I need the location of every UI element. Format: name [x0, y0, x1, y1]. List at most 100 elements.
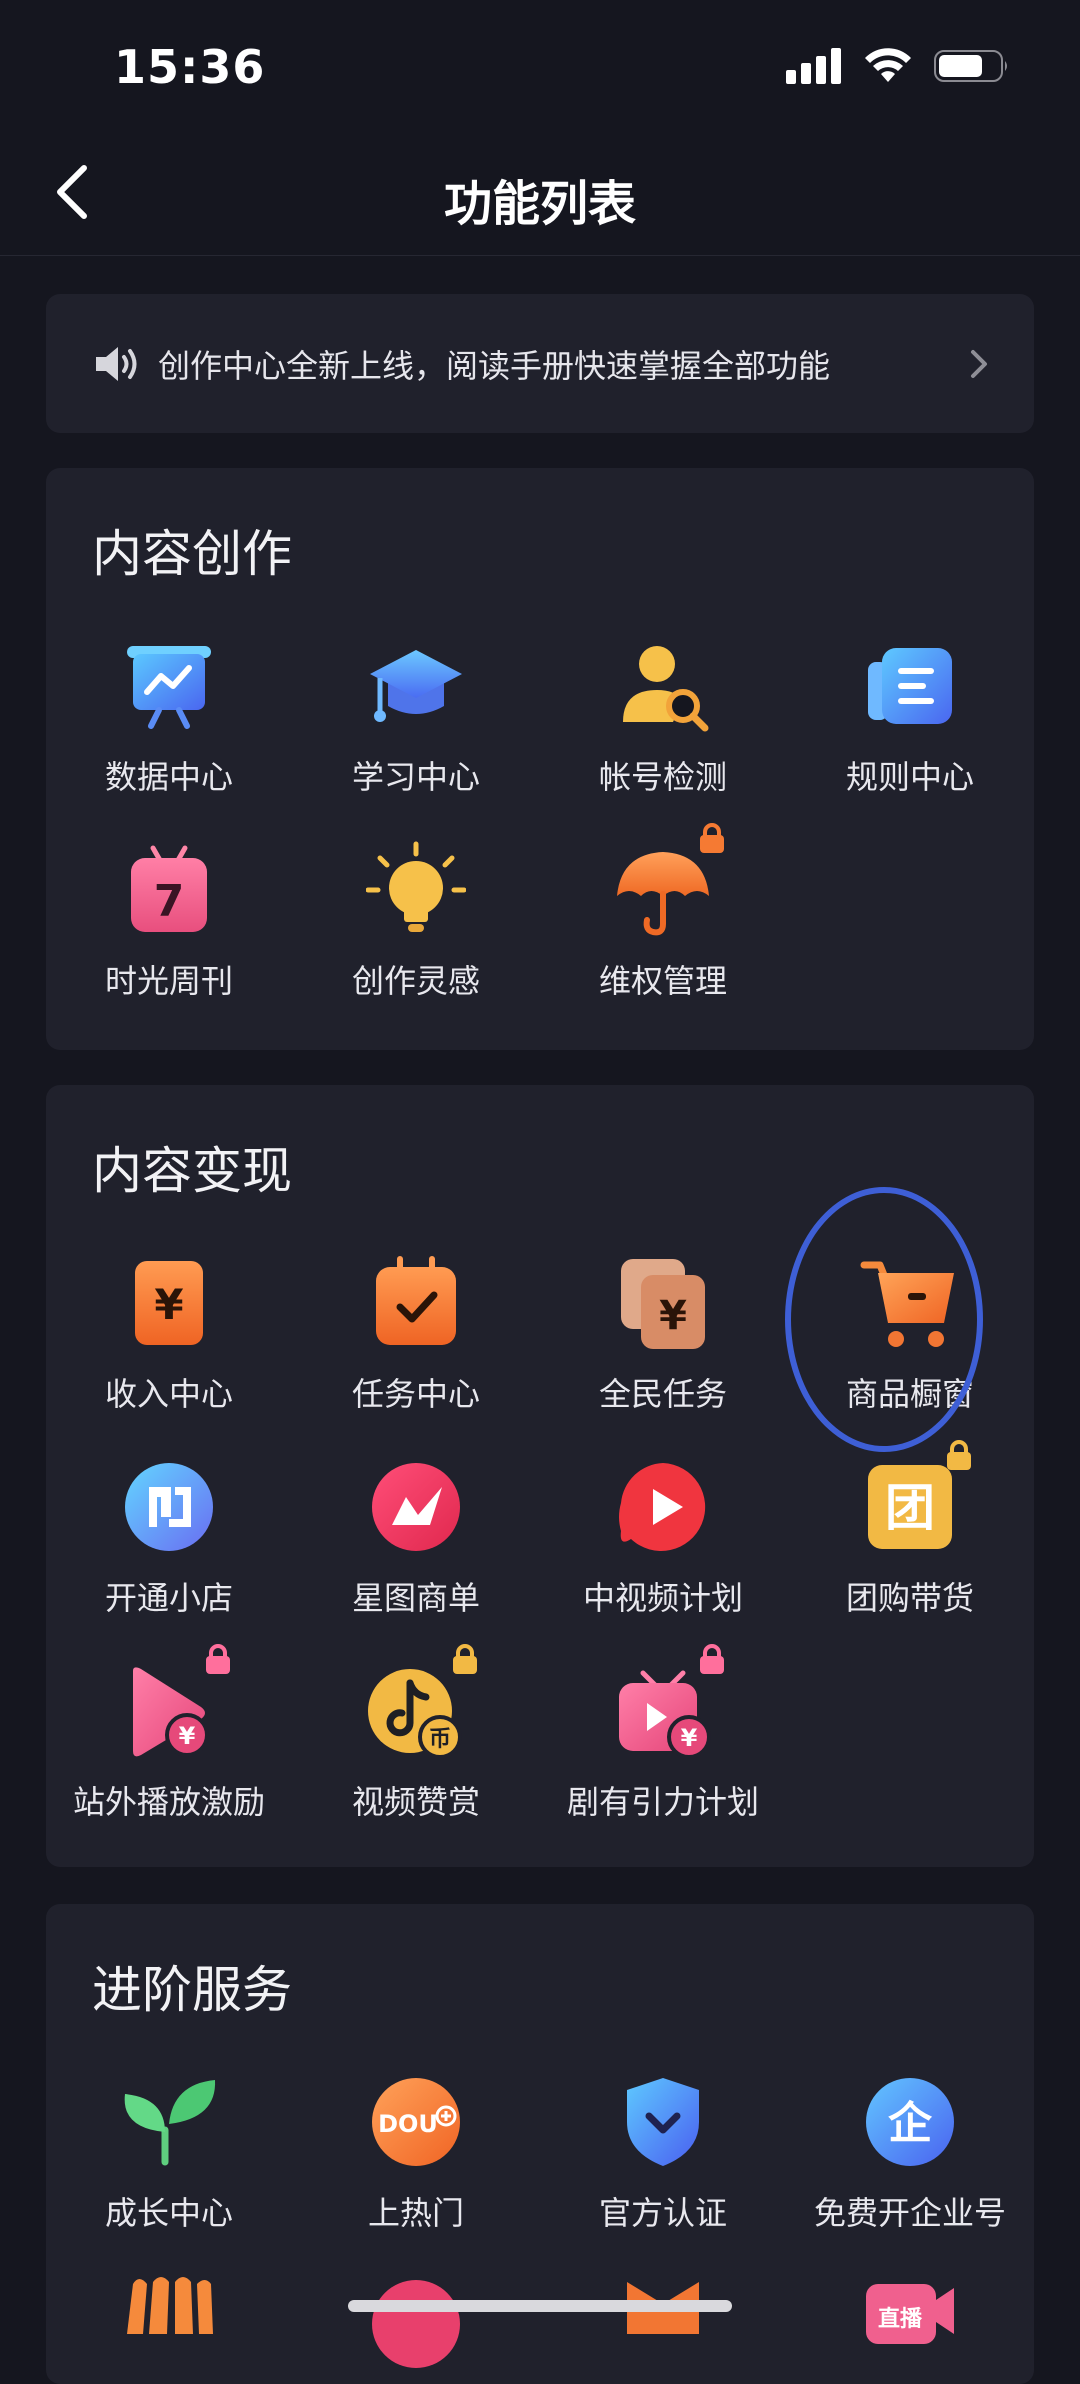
bow-icon [613, 2274, 713, 2374]
lock-icon [206, 1644, 230, 1674]
svg-text:¥: ¥ [659, 1293, 687, 1339]
svg-text:直播: 直播 [878, 2306, 923, 2332]
umbrella-icon [613, 823, 724, 940]
feature-label: 创作灵感 [351, 962, 480, 1000]
notice-banner[interactable]: 创作中心全新上线，阅读手册快速掌握全部功能 [46, 294, 1034, 433]
feature-label: 剧有引力计划 [566, 1783, 759, 1821]
open-shop-icon [119, 1457, 219, 1557]
feature-enterprise-account[interactable]: 企 免费开企业号 [787, 2072, 1033, 2234]
shopping-cart-icon [860, 1253, 960, 1353]
feature-public-task[interactable]: ¥ 全民任务 [540, 1253, 786, 1415]
feature-account-check[interactable]: 帐号检测 [540, 636, 786, 798]
speaker-icon [96, 346, 137, 381]
feature-label: 团购带货 [845, 1579, 974, 1617]
feature-label: 数据中心 [104, 758, 233, 796]
feature-partial-1[interactable] [46, 2274, 292, 2374]
feature-external-play[interactable]: ¥ 站外播放激励 [46, 1644, 292, 1823]
learning-center-icon [366, 636, 466, 736]
feature-video-tip[interactable]: 币 视频赞赏 [293, 1644, 539, 1823]
svg-text:7: 7 [154, 876, 185, 927]
feature-income-center[interactable]: ¥ 收入中心 [46, 1253, 292, 1415]
svg-text:企: 企 [888, 2098, 933, 2149]
page-title: 功能列表 [443, 176, 636, 232]
megaphone-icon [366, 2274, 466, 2374]
feature-partial-2[interactable] [293, 2274, 539, 2374]
section-monetization: 内容变现 ¥ 收入中心 任务中心 ¥ 全民任务 商品橱窗 开通小店 星图商单 中… [46, 1085, 1034, 1867]
feature-star-map[interactable]: 星图商单 [293, 1457, 539, 1619]
feature-growth-center[interactable]: 成长中心 [46, 2072, 292, 2234]
feature-partial-4[interactable]: 直播 [787, 2274, 1033, 2374]
feature-drama-plan[interactable]: ¥ 剧有引力计划 [540, 1644, 786, 1823]
feature-label: 维权管理 [598, 962, 727, 1000]
feature-product-showcase[interactable]: 商品橱窗 [787, 1253, 1033, 1415]
feature-inspiration[interactable]: 创作灵感 [293, 840, 539, 1002]
enterprise-icon: 企 [860, 2072, 960, 2172]
feature-task-center[interactable]: 任务中心 [293, 1253, 539, 1415]
status-bar: 15:36 [0, 0, 1080, 130]
public-task-icon: ¥ [613, 1253, 713, 1353]
rules-center-icon [860, 636, 960, 736]
weekly-calendar-icon: 7 [119, 840, 219, 940]
feature-label: 官方认证 [598, 2194, 727, 2232]
feature-rules-center[interactable]: 规则中心 [787, 636, 1033, 798]
cellular-signal-icon [786, 48, 841, 84]
feature-dou-plus[interactable]: DOU 上热门 [293, 2072, 539, 2234]
dou-plus-icon: DOU [366, 2072, 466, 2172]
star-map-icon [366, 1457, 466, 1557]
feature-weekly[interactable]: 7 时光周刊 [46, 840, 292, 1002]
home-indicator[interactable] [348, 2300, 732, 2312]
feature-label: 成长中心 [104, 2194, 233, 2232]
feature-label: 商品橱窗 [845, 1375, 974, 1413]
svg-text:DOU: DOU [378, 2110, 438, 2138]
task-center-icon [366, 1253, 466, 1353]
section-title: 内容变现 [92, 1142, 292, 1200]
section-content-creation: 内容创作 数据中心 学习中心 帐号检测 规则中心 7 时光周刊 创作灵感 维权管… [46, 468, 1034, 1050]
svg-text:币: 币 [429, 1727, 451, 1752]
data-center-icon [119, 636, 219, 736]
svg-text:¥: ¥ [154, 1280, 183, 1329]
feature-partial-3[interactable] [540, 2274, 786, 2374]
lock-icon [453, 1644, 477, 1674]
feature-label: 收入中心 [104, 1375, 233, 1413]
section-title: 内容创作 [92, 525, 292, 583]
feature-label: 开通小店 [104, 1579, 233, 1617]
feature-data-center[interactable]: 数据中心 [46, 636, 292, 798]
section-advanced-services: 进阶服务 成长中心 DOU 上热门 官方认证 企 免费开企业号 直播 [46, 1904, 1034, 2384]
chevron-right-icon [971, 349, 987, 378]
feature-label: 学习中心 [351, 758, 480, 796]
svg-text:团: 团 [885, 1479, 935, 1537]
section-title: 进阶服务 [92, 1961, 292, 2019]
feature-label: 帐号检测 [598, 758, 727, 796]
live-icon: 直播 [860, 2274, 960, 2374]
feature-rights-management[interactable]: 维权管理 [540, 823, 786, 1002]
lock-icon [947, 1440, 971, 1470]
feature-label: 免费开企业号 [813, 2194, 1006, 2232]
svg-text:¥: ¥ [179, 1722, 196, 1750]
notice-text: 创作中心全新上线，阅读手册快速掌握全部功能 [158, 346, 831, 385]
battery-icon [934, 50, 1007, 82]
wifi-icon [865, 48, 911, 82]
status-icons [786, 48, 1010, 84]
feature-open-shop[interactable]: 开通小店 [46, 1457, 292, 1619]
video-tip-icon: 币 [366, 1644, 477, 1761]
feature-official-verification[interactable]: 官方认证 [540, 2072, 786, 2234]
lock-icon [700, 823, 724, 853]
feature-video-plan[interactable]: 中视频计划 [540, 1457, 786, 1619]
group-buy-icon: 团 [860, 1440, 971, 1557]
feature-group-buy[interactable]: 团 团购带货 [787, 1440, 1033, 1619]
lightbulb-icon [365, 840, 467, 940]
feature-label: 全民任务 [598, 1375, 727, 1413]
feature-learning-center[interactable]: 学习中心 [293, 636, 539, 798]
svg-text:¥: ¥ [681, 1724, 698, 1752]
lock-icon [700, 1644, 724, 1674]
feature-label: 中视频计划 [582, 1579, 743, 1617]
feature-label: 上热门 [367, 2194, 464, 2232]
feature-label: 视频赞赏 [351, 1783, 480, 1821]
shield-check-icon [613, 2072, 713, 2172]
status-time: 15:36 [114, 40, 266, 94]
account-check-icon [613, 636, 713, 736]
feature-label: 时光周刊 [104, 962, 233, 1000]
sprout-icon [119, 2072, 219, 2172]
nav-bar: 功能列表 [0, 130, 1080, 256]
income-icon: ¥ [119, 1253, 219, 1353]
